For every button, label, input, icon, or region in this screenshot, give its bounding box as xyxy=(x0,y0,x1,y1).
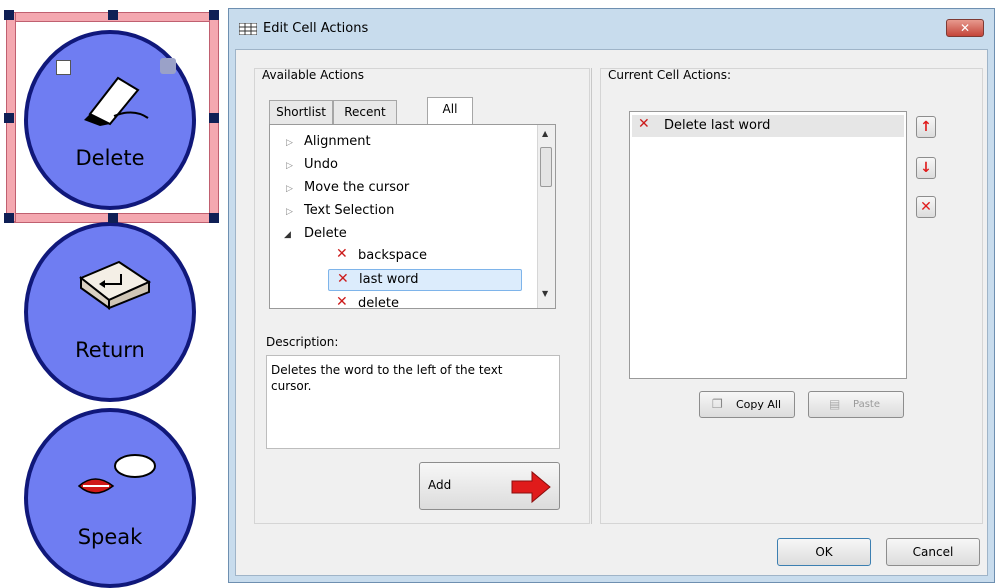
scroll-up-icon[interactable]: ▲ xyxy=(542,129,548,138)
close-icon: ✕ xyxy=(959,21,971,35)
cell-return[interactable]: Return xyxy=(24,222,196,402)
tree-item-text-selection[interactable]: Text Selection xyxy=(304,203,394,218)
cell-delete[interactable]: Delete xyxy=(24,30,196,210)
copy-all-button[interactable]: ❐ Copy All xyxy=(699,391,795,418)
description-box: Deletes the word to the left of the text… xyxy=(266,355,560,449)
resize-handle[interactable] xyxy=(108,10,118,20)
checkbox-icon xyxy=(56,60,71,75)
resize-handle[interactable] xyxy=(209,10,219,20)
add-label: Add xyxy=(428,478,452,492)
tab-recent[interactable]: Recent xyxy=(333,100,397,124)
move-up-button[interactable]: ↑ xyxy=(916,116,936,138)
edit-cell-actions-dialog: Edit Cell Actions ✕ Available Actions Sh… xyxy=(228,8,995,583)
current-actions-list[interactable]: ✕ Delete last word xyxy=(629,111,907,379)
collapsed-arrow-icon[interactable]: ▷ xyxy=(286,138,293,148)
remove-icon: ✕ xyxy=(920,199,932,215)
tree-item-backspace-row[interactable]: ✕ backspace xyxy=(328,245,520,267)
scroll-thumb[interactable] xyxy=(540,147,552,187)
panel-divider xyxy=(591,68,592,524)
resize-handle[interactable] xyxy=(4,10,14,20)
current-action-label: Delete last word xyxy=(664,118,771,133)
tree-item-backspace: backspace xyxy=(358,248,428,263)
resize-handle[interactable] xyxy=(4,213,14,223)
tab-shortlist[interactable]: Shortlist xyxy=(269,100,333,124)
tree-item-delete[interactable]: Delete xyxy=(304,226,347,241)
tree-item-move-cursor[interactable]: Move the cursor xyxy=(304,180,409,195)
tree-item-delete-char: delete xyxy=(358,296,399,309)
paste-icon: ▤ xyxy=(829,397,841,411)
description-label: Description: xyxy=(266,335,339,349)
resize-handle[interactable] xyxy=(209,113,219,123)
cell-label-return: Return xyxy=(75,338,145,362)
cancel-label: Cancel xyxy=(912,545,954,559)
red-x-icon: ✕ xyxy=(337,271,349,287)
cell-label-delete: Delete xyxy=(75,146,145,170)
tab-all[interactable]: All xyxy=(427,97,473,124)
paste-label: Paste xyxy=(853,399,880,410)
title-bar[interactable]: Edit Cell Actions ✕ xyxy=(229,9,994,49)
actions-tree[interactable]: ▷ Alignment ▷ Undo ▷ Move the cursor ▷ T… xyxy=(269,124,556,309)
tree-scrollbar[interactable]: ▲ ▼ xyxy=(537,125,555,308)
scroll-down-icon[interactable]: ▼ xyxy=(542,289,548,298)
cancel-button[interactable]: Cancel xyxy=(886,538,980,566)
remove-button[interactable]: ✕ xyxy=(916,196,936,218)
copy-icon: ❐ xyxy=(712,397,723,411)
copy-all-label: Copy All xyxy=(736,398,782,411)
close-button[interactable]: ✕ xyxy=(946,19,984,37)
dialog-body: Available Actions Shortlist Recent All ▷… xyxy=(235,49,988,576)
resize-handle[interactable] xyxy=(209,213,219,223)
move-down-icon: ↓ xyxy=(920,160,932,176)
tree-item-delete-row[interactable]: ✕ delete xyxy=(328,293,520,309)
collapsed-arrow-icon[interactable]: ▷ xyxy=(286,207,293,217)
current-actions-label: Current Cell Actions: xyxy=(608,68,732,82)
expanded-arrow-icon[interactable]: ◢ xyxy=(284,230,291,240)
resize-handle[interactable] xyxy=(108,213,118,223)
paste-button[interactable]: ▤ Paste xyxy=(808,391,904,418)
eraser-icon xyxy=(84,76,149,126)
link-icon xyxy=(160,58,176,74)
tree-item-alignment[interactable]: Alignment xyxy=(304,134,371,149)
collapsed-arrow-icon[interactable]: ▷ xyxy=(286,184,293,194)
description-text: Deletes the word to the left of the text… xyxy=(271,363,503,393)
current-action-item[interactable]: ✕ Delete last word xyxy=(632,115,904,137)
red-x-icon: ✕ xyxy=(336,246,348,262)
tree-item-undo[interactable]: Undo xyxy=(304,157,338,172)
add-button[interactable]: Add xyxy=(419,462,560,510)
available-actions-label: Available Actions xyxy=(262,68,364,82)
red-arrow-icon xyxy=(511,470,551,504)
dialog-title: Edit Cell Actions xyxy=(263,21,369,36)
cell-speak[interactable]: Speak xyxy=(24,408,196,588)
move-up-icon: ↑ xyxy=(920,119,932,135)
speech-lips-icon xyxy=(77,454,156,494)
ok-button[interactable]: OK xyxy=(777,538,871,566)
cell-label-speak: Speak xyxy=(77,525,143,549)
red-x-icon: ✕ xyxy=(638,116,650,132)
grid-app-icon xyxy=(239,23,257,35)
red-x-icon: ✕ xyxy=(336,294,348,309)
move-down-button[interactable]: ↓ xyxy=(916,157,936,179)
tree-item-last-word-row[interactable]: ✕ last word xyxy=(328,269,522,291)
tree-item-last-word: last word xyxy=(359,272,419,287)
resize-handle[interactable] xyxy=(4,113,14,123)
collapsed-arrow-icon[interactable]: ▷ xyxy=(286,161,293,171)
ok-label: OK xyxy=(815,545,833,559)
enter-key-icon xyxy=(79,260,152,310)
